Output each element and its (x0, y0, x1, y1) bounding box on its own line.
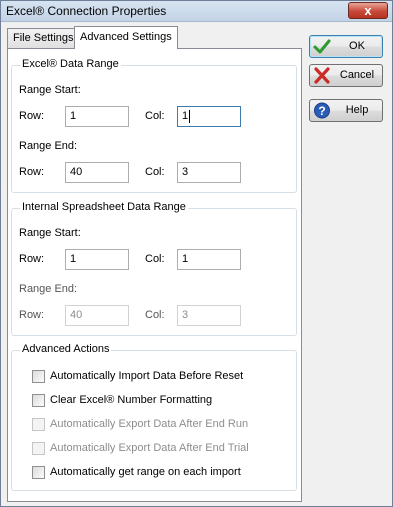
auto-import-label: Automatically Import Data Before Reset (50, 370, 244, 382)
clear-number-formatting-label: Clear Excel® Number Formatting (50, 394, 213, 406)
excel-end-col-label: Col: (145, 166, 165, 178)
excel-start-col-label: Col: (145, 110, 165, 122)
cancel-button-label: Cancel (339, 69, 375, 81)
internal-data-range-title: Internal Spreadsheet Data Range (20, 201, 188, 213)
auto-export-end-trial-checkbox (32, 442, 45, 455)
excel-start-col-value: 1 (182, 110, 189, 122)
advanced-settings-panel: Excel® Data Range Range Start: Row: 1 Co… (7, 48, 302, 502)
advanced-actions-group: Advanced Actions Automatically Import Da… (11, 343, 297, 491)
checkmark-icon (313, 39, 331, 54)
excel-start-row-input[interactable]: 1 (65, 106, 129, 127)
red-x-icon (314, 67, 330, 84)
help-button[interactable]: ? Help (309, 99, 383, 122)
internal-range-end-label: Range End: (19, 283, 78, 295)
excel-start-row-label: Row: (19, 110, 45, 122)
tab-advanced-settings[interactable]: Advanced Settings (74, 26, 178, 49)
tab-file-settings[interactable]: File Settings (7, 28, 80, 48)
excel-end-row-label: Row: (19, 166, 45, 178)
svg-text:?: ? (318, 104, 325, 118)
dialog-window: Excel® Connection Properties x File Sett… (0, 0, 393, 507)
text-caret (189, 110, 191, 123)
excel-data-range-group: Excel® Data Range Range Start: Row: 1 Co… (11, 58, 297, 193)
tab-file-settings-label: File Settings (13, 32, 74, 44)
close-icon: x (364, 3, 372, 18)
auto-export-end-run-checkbox (32, 418, 45, 431)
excel-end-row-input[interactable]: 40 (65, 162, 129, 183)
close-button[interactable]: x (348, 2, 388, 19)
internal-end-row-input: 40 (65, 305, 129, 326)
internal-start-col-label: Col: (145, 253, 165, 265)
internal-end-col-label: Col: (145, 309, 165, 321)
ok-button[interactable]: OK (309, 35, 383, 58)
internal-end-col-input: 3 (177, 305, 241, 326)
internal-start-row-input[interactable]: 1 (65, 249, 129, 270)
internal-start-row-label: Row: (19, 253, 45, 265)
auto-get-range-label: Automatically get range on each import (50, 466, 241, 478)
internal-data-range-group: Internal Spreadsheet Data Range Range St… (11, 201, 297, 336)
excel-start-col-input[interactable]: 1 (177, 106, 241, 127)
internal-end-row-label: Row: (19, 309, 45, 321)
window-title: Excel® Connection Properties (6, 4, 167, 18)
internal-range-start-label: Range Start: (19, 227, 81, 239)
ok-button-label: OK (349, 40, 365, 52)
internal-start-col-input[interactable]: 1 (177, 249, 241, 270)
excel-end-col-input[interactable]: 3 (177, 162, 241, 183)
excel-range-start-label: Range Start: (19, 84, 81, 96)
excel-data-range-title: Excel® Data Range (20, 58, 121, 70)
clear-number-formatting-checkbox[interactable] (32, 394, 45, 407)
help-button-label: Help (345, 104, 369, 116)
cancel-button[interactable]: Cancel (309, 64, 383, 87)
auto-export-end-trial-label: Automatically Export Data After End Tria… (50, 442, 249, 454)
excel-range-end-label: Range End: (19, 140, 78, 152)
auto-export-end-run-label: Automatically Export Data After End Run (50, 418, 249, 430)
question-icon: ? (314, 102, 330, 119)
tab-advanced-settings-label: Advanced Settings (80, 31, 172, 43)
advanced-actions-title: Advanced Actions (20, 343, 112, 355)
auto-import-checkbox[interactable] (32, 370, 45, 383)
auto-get-range-checkbox[interactable] (32, 466, 45, 479)
title-bar: Excel® Connection Properties x (1, 1, 392, 22)
